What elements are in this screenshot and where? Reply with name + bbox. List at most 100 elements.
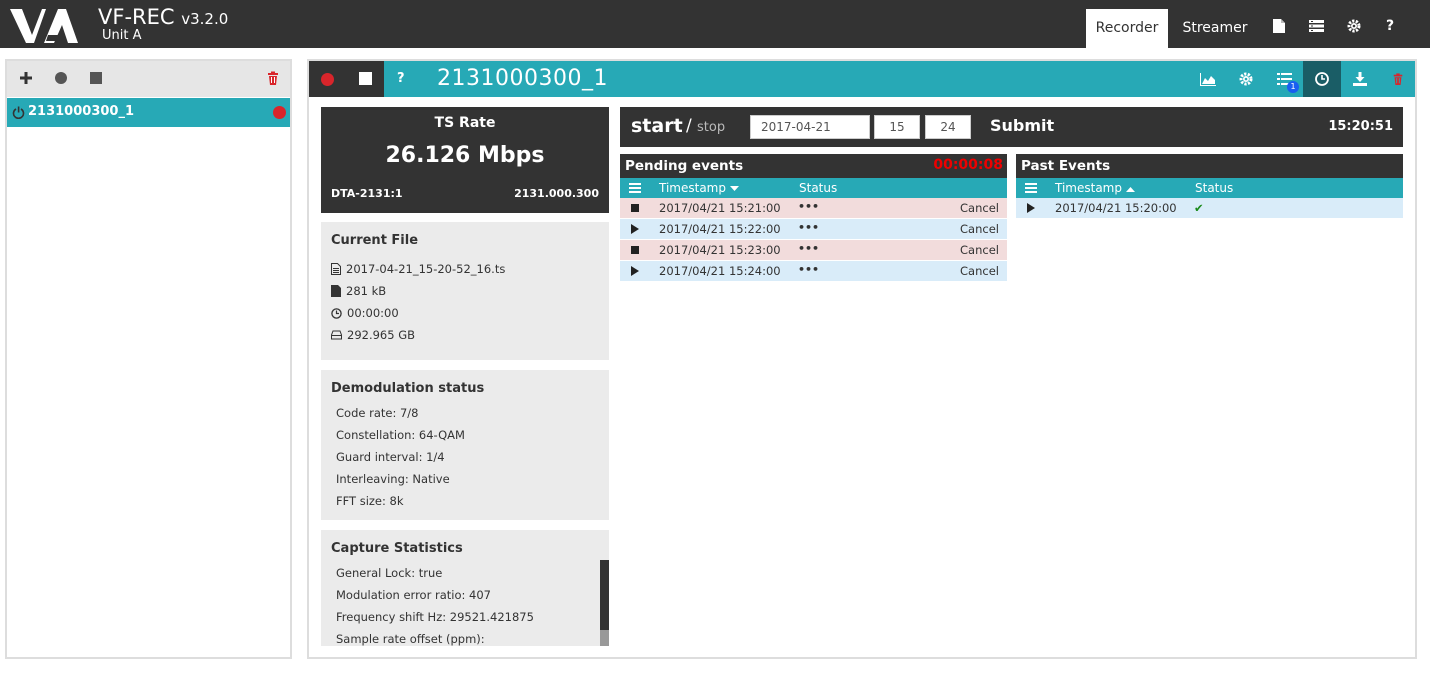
play-icon — [1027, 203, 1035, 213]
past-events-panel: Past Events Timestamp Status 2017/04/21 … — [1016, 154, 1403, 219]
constellation: Constellation: 64-QAM — [336, 428, 465, 442]
stop-icon[interactable] — [89, 71, 103, 85]
record-button[interactable] — [321, 73, 334, 86]
scrollbar-thumb[interactable] — [600, 630, 609, 646]
minute-input[interactable] — [925, 115, 971, 139]
sort-asc-icon — [1125, 187, 1135, 192]
timestamp-column-header[interactable]: Timestamp — [1055, 181, 1135, 195]
pending-events-header: Pending events 00:00:08 — [620, 154, 1007, 178]
table-row: 2017/04/21 15:24:00 ••• Cancel — [620, 261, 1007, 282]
tab-recorder[interactable]: Recorder — [1086, 9, 1168, 48]
submit-button[interactable]: Submit — [990, 116, 1054, 135]
demodulation-card: Demodulation status Code rate: 7/8 Const… — [321, 370, 609, 520]
current-file-card: Current File 2017-04-21_15-20-52_16.ts 2… — [321, 222, 609, 360]
app-name: VF-REC — [98, 5, 175, 29]
current-time: 15:20:51 — [1328, 119, 1393, 134]
start-mode-toggle[interactable]: start — [631, 115, 683, 137]
timestamp-column-label: Timestamp — [659, 181, 726, 195]
status-column-header[interactable]: Status — [1195, 181, 1233, 195]
countdown-timer: 00:00:08 — [933, 157, 1003, 173]
list-view-icon[interactable] — [1308, 18, 1324, 34]
main-panel: ? 2131000300_1 1 TS Rate 26.126 Mbps DTA… — [307, 59, 1417, 659]
table-row: 2017/04/21 15:23:00 ••• Cancel — [620, 240, 1007, 261]
sample-rate-offset: Sample rate offset (ppm): — [336, 632, 485, 646]
date-input[interactable] — [750, 115, 870, 139]
menu-icon[interactable] — [629, 183, 641, 193]
record-icon[interactable] — [54, 71, 68, 85]
cancel-button[interactable]: Cancel — [960, 201, 999, 215]
timestamp-column-header[interactable]: Timestamp — [659, 181, 739, 195]
filename-row: 2017-04-21_15-20-52_16.ts — [331, 262, 505, 276]
capture-stats-card: Capture Statistics General Lock: true Mo… — [321, 530, 609, 646]
duration-row: 00:00:00 — [331, 306, 399, 320]
trash-icon[interactable] — [266, 71, 280, 85]
general-lock: General Lock: true — [336, 566, 443, 580]
event-timestamp: 2017/04/21 15:22:00 — [659, 222, 781, 236]
filename: 2017-04-21_15-20-52_16.ts — [346, 262, 506, 276]
sort-desc-icon — [729, 186, 739, 191]
cancel-button[interactable]: Cancel — [960, 243, 999, 257]
schedule-bar: start / stop Submit 15:20:51 — [620, 107, 1403, 147]
channel-header: ? 2131000300_1 1 — [309, 61, 1415, 97]
event-timestamp: 2017/04/21 15:23:00 — [659, 243, 781, 257]
delete-channel-icon[interactable] — [1379, 61, 1417, 97]
stop-icon — [631, 204, 639, 212]
gear-icon[interactable] — [1346, 18, 1362, 34]
unit-name: Unit A — [102, 28, 142, 43]
hour-input[interactable] — [874, 115, 920, 139]
status-more[interactable]: ••• — [798, 242, 819, 255]
pending-events-panel: Pending events 00:00:08 Timestamp Status… — [620, 154, 1007, 282]
play-icon — [631, 266, 639, 276]
sidebar-item-label: 2131000300_1 — [28, 104, 134, 119]
table-row: 2017/04/21 15:20:00 ✔ — [1016, 198, 1403, 219]
fft-size: FFT size: 8k — [336, 494, 404, 508]
file-duration: 00:00:00 — [347, 306, 399, 320]
frequency-shift: Frequency shift Hz: 29521.421875 — [336, 610, 534, 624]
event-timestamp: 2017/04/21 15:21:00 — [659, 201, 781, 215]
sidebar-item-channel[interactable]: 2131000300_1 — [7, 98, 290, 127]
code-rate: Code rate: 7/8 — [336, 406, 419, 420]
timestamp-column-label: Timestamp — [1055, 181, 1122, 195]
event-timestamp: 2017/04/21 15:24:00 — [659, 264, 781, 278]
ts-rate-value: 26.126 Mbps — [385, 143, 545, 168]
download-icon[interactable] — [1341, 61, 1379, 97]
settings-icon[interactable] — [1227, 61, 1265, 97]
file-icon — [331, 263, 341, 275]
menu-icon[interactable] — [1025, 183, 1037, 193]
record-controls — [309, 61, 384, 97]
help-button[interactable]: ? — [397, 71, 405, 86]
events-list-icon[interactable]: 1 — [1265, 61, 1303, 97]
tab-streamer[interactable]: Streamer — [1174, 9, 1256, 48]
table-row: 2017/04/21 15:21:00 ••• Cancel — [620, 198, 1007, 219]
document-icon[interactable] — [1271, 18, 1287, 34]
top-bar: VF-REC v3.2.0 Unit A Recorder Streamer ? — [0, 0, 1430, 48]
mode-separator: / — [686, 116, 692, 136]
interleaving: Interleaving: Native — [336, 472, 450, 486]
chart-icon[interactable] — [1189, 61, 1227, 97]
help-icon[interactable]: ? — [1382, 18, 1398, 34]
recording-indicator-icon — [273, 106, 286, 119]
status-more[interactable]: ••• — [798, 200, 819, 213]
status-more[interactable]: ••• — [798, 263, 819, 276]
power-icon[interactable] — [12, 106, 25, 119]
ts-rate-title: TS Rate — [434, 115, 496, 131]
scrollbar[interactable] — [600, 560, 609, 646]
demodulation-title: Demodulation status — [331, 381, 485, 396]
capture-stats-title: Capture Statistics — [331, 541, 463, 556]
past-events-header: Past Events — [1016, 154, 1403, 178]
stop-button[interactable] — [359, 72, 372, 85]
cancel-button[interactable]: Cancel — [960, 264, 999, 278]
ts-rate-card: TS Rate 26.126 Mbps DTA-2131:1 2131.000.… — [321, 107, 609, 213]
plus-icon[interactable] — [19, 71, 33, 85]
cancel-button[interactable]: Cancel — [960, 222, 999, 236]
clock-icon[interactable] — [1303, 61, 1341, 97]
stop-mode-toggle[interactable]: stop — [697, 120, 725, 135]
status-more[interactable]: ••• — [798, 221, 819, 234]
logo — [10, 9, 78, 43]
status-column-header[interactable]: Status — [799, 181, 837, 195]
events-badge: 1 — [1287, 81, 1299, 93]
clock-icon — [331, 307, 342, 319]
disk-row: 292.965 GB — [331, 328, 415, 342]
app-version: v3.2.0 — [181, 10, 229, 28]
pending-events-title: Pending events — [625, 158, 744, 174]
